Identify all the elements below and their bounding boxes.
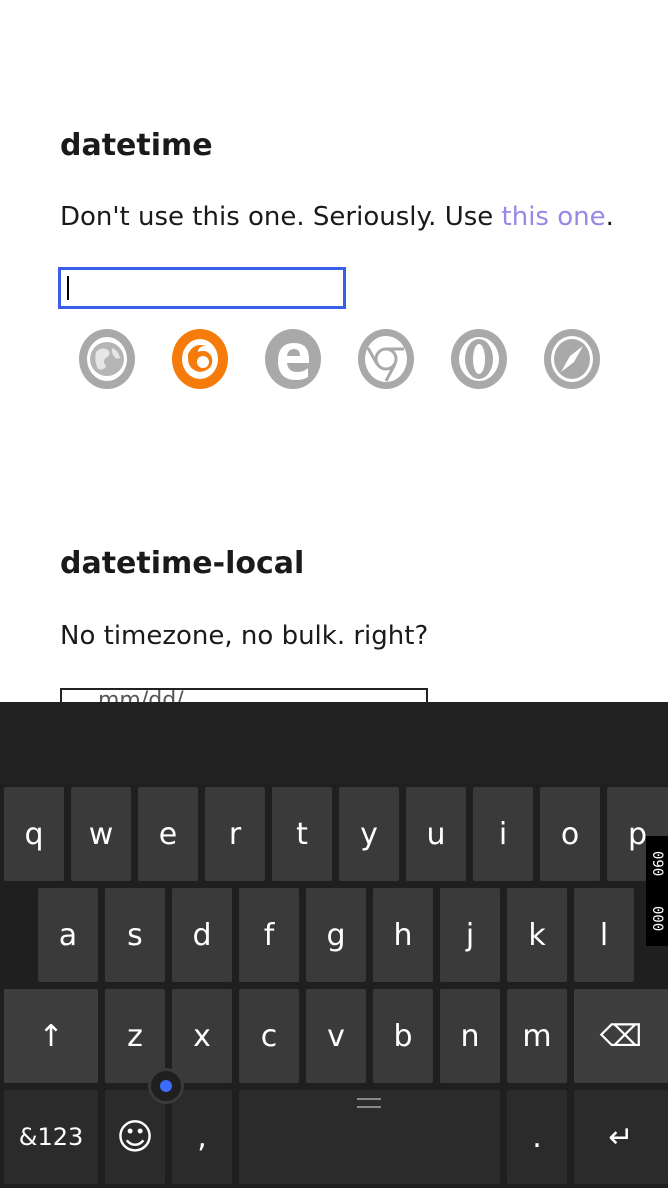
side-tag-bottom: 000 bbox=[649, 905, 665, 932]
key-l[interactable]: l bbox=[574, 888, 634, 982]
shift-key[interactable]: ↑ bbox=[4, 989, 98, 1083]
emoji-key[interactable]: ☺ bbox=[105, 1090, 165, 1184]
desc-text: Don't use this one. Seriously. Use bbox=[60, 202, 502, 232]
key-t[interactable]: t bbox=[272, 787, 332, 881]
key-x[interactable]: x bbox=[172, 989, 232, 1083]
key-v[interactable]: v bbox=[306, 989, 366, 1083]
key-m[interactable]: m bbox=[507, 989, 567, 1083]
cursor-control-dot[interactable] bbox=[148, 1068, 184, 1104]
opera-icon bbox=[450, 328, 508, 390]
datetime-input[interactable] bbox=[58, 267, 346, 309]
key-d[interactable]: d bbox=[172, 888, 232, 982]
spacebar-grip-icon bbox=[357, 1098, 381, 1108]
key-f[interactable]: f bbox=[239, 888, 299, 982]
globe-icon bbox=[78, 328, 136, 390]
key-u[interactable]: u bbox=[406, 787, 466, 881]
side-status-tag: 090 000 bbox=[646, 836, 668, 946]
edge-icon bbox=[264, 328, 322, 390]
key-q[interactable]: q bbox=[4, 787, 64, 881]
cursor-dot-icon bbox=[160, 1080, 172, 1092]
section-heading-datetime-local: datetime-local bbox=[60, 546, 305, 581]
browser-support-row bbox=[78, 328, 608, 392]
key-k[interactable]: k bbox=[507, 888, 567, 982]
comma-key[interactable]: , bbox=[172, 1090, 232, 1184]
key-o[interactable]: o bbox=[540, 787, 600, 881]
enter-key[interactable]: ↵ bbox=[574, 1090, 668, 1184]
section-description-datetime: Don't use this one. Seriously. Use this … bbox=[60, 202, 614, 232]
key-g[interactable]: g bbox=[306, 888, 366, 982]
firefox-icon bbox=[171, 328, 229, 390]
key-j[interactable]: j bbox=[440, 888, 500, 982]
key-n[interactable]: n bbox=[440, 989, 500, 1083]
safari-icon bbox=[543, 328, 601, 390]
text-caret bbox=[67, 276, 69, 300]
datetime-local-input[interactable]: mm/dd/ bbox=[60, 688, 428, 702]
key-a[interactable]: a bbox=[38, 888, 98, 982]
symbols-key[interactable]: &123 bbox=[4, 1090, 98, 1184]
key-z[interactable]: z bbox=[105, 989, 165, 1083]
spacebar[interactable] bbox=[239, 1090, 500, 1184]
key-y[interactable]: y bbox=[339, 787, 399, 881]
period-key[interactable]: . bbox=[507, 1090, 567, 1184]
key-c[interactable]: c bbox=[239, 989, 299, 1083]
key-s[interactable]: s bbox=[105, 888, 165, 982]
backspace-key[interactable]: ⌫ bbox=[574, 989, 668, 1083]
key-e[interactable]: e bbox=[138, 787, 198, 881]
section-description-datetime-local: No timezone, no bulk. right? bbox=[60, 621, 429, 651]
section-heading-datetime: datetime bbox=[60, 128, 213, 163]
keyboard-suggestion-bar bbox=[0, 702, 668, 784]
chrome-icon bbox=[357, 328, 415, 390]
key-i[interactable]: i bbox=[473, 787, 533, 881]
key-w[interactable]: w bbox=[71, 787, 131, 881]
key-r[interactable]: r bbox=[205, 787, 265, 881]
web-page: datetime Don't use this one. Seriously. … bbox=[0, 0, 668, 702]
this-one-link[interactable]: this one bbox=[502, 202, 606, 232]
datetime-local-partial-text: mm/dd/ bbox=[98, 688, 184, 702]
key-h[interactable]: h bbox=[373, 888, 433, 982]
desc-suffix: . bbox=[605, 202, 614, 232]
key-b[interactable]: b bbox=[373, 989, 433, 1083]
side-tag-top: 090 bbox=[649, 850, 665, 877]
